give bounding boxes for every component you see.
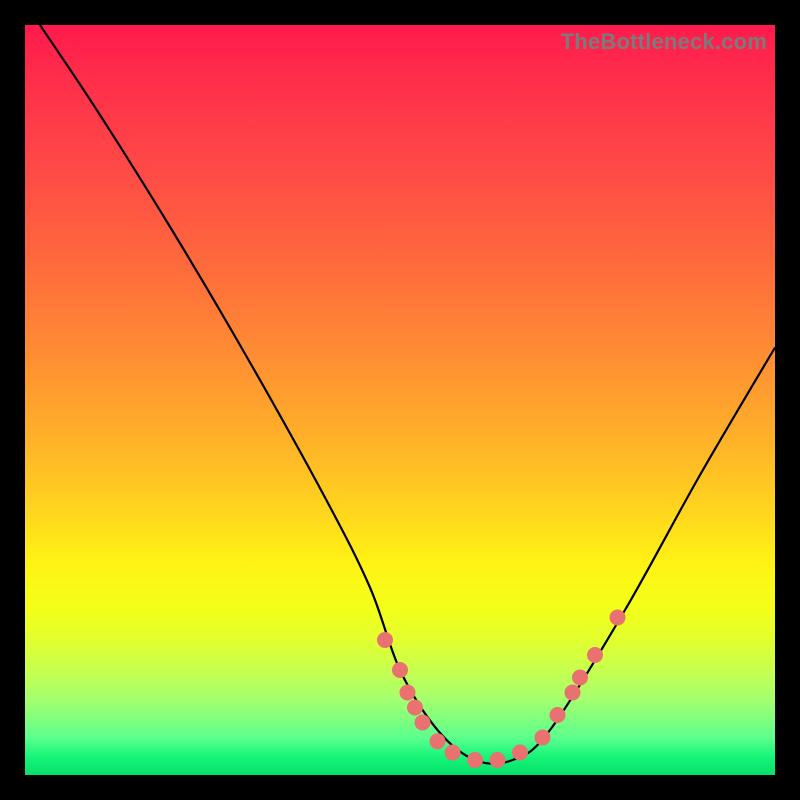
curve-marker bbox=[467, 752, 483, 768]
curve-marker bbox=[400, 685, 416, 701]
curve-marker bbox=[407, 700, 423, 716]
chart-svg bbox=[25, 25, 775, 775]
curve-marker bbox=[490, 752, 506, 768]
curve-marker bbox=[377, 632, 393, 648]
curve-marker bbox=[535, 730, 551, 746]
bottleneck-curve bbox=[40, 25, 775, 764]
curve-marker bbox=[430, 733, 446, 749]
watermark-text: TheBottleneck.com bbox=[561, 29, 767, 55]
curve-marker bbox=[550, 707, 566, 723]
curve-marker bbox=[565, 685, 581, 701]
curve-marker bbox=[415, 715, 431, 731]
curve-marker bbox=[610, 610, 626, 626]
curve-markers bbox=[377, 610, 626, 769]
curve-marker bbox=[392, 662, 408, 678]
curve-marker bbox=[572, 670, 588, 686]
curve-marker bbox=[512, 745, 528, 761]
chart-frame: TheBottleneck.com bbox=[25, 25, 775, 775]
curve-marker bbox=[445, 745, 461, 761]
curve-marker bbox=[587, 647, 603, 663]
